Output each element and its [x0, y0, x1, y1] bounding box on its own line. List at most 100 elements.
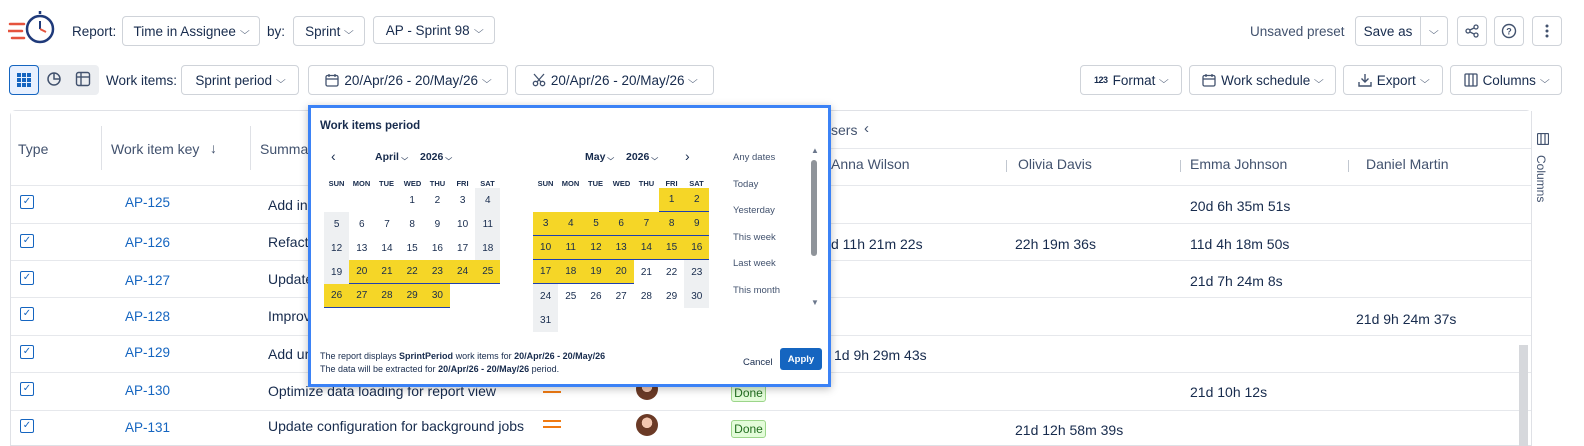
work-items-period-button[interactable]: 20/Apr/26 - 20/May/26 ⌵: [308, 65, 508, 95]
calendar-day[interactable]: 27: [349, 284, 375, 308]
calendar-day[interactable]: 6: [608, 212, 634, 236]
calendar-day[interactable]: 15: [659, 236, 685, 260]
calendar-day[interactable]: 20: [608, 260, 634, 284]
calendar-day[interactable]: 16: [684, 236, 710, 260]
quick-option-last-week[interactable]: Last week: [733, 258, 776, 269]
calendar-day[interactable]: 1: [659, 188, 685, 212]
calendar-day[interactable]: 17: [533, 260, 559, 284]
calendar-day[interactable]: 15: [400, 236, 425, 260]
work-item-key-link[interactable]: AP-130: [125, 383, 170, 398]
calendar-day[interactable]: 31: [533, 308, 559, 332]
pivot-view-button[interactable]: [75, 71, 93, 89]
column-header-anna-wilson[interactable]: Anna Wilson: [831, 156, 910, 172]
calendar-day[interactable]: 26: [583, 284, 608, 308]
save-as-dropdown-button[interactable]: ⌵: [1420, 16, 1448, 46]
calendar-day[interactable]: 4: [558, 212, 584, 236]
calendar-day[interactable]: 8: [659, 212, 685, 236]
column-header-daniel-martin[interactable]: Daniel Martin: [1366, 156, 1448, 172]
calendar-day[interactable]: 7: [374, 212, 399, 236]
scroll-down-icon[interactable]: ▼: [811, 298, 819, 307]
report-select[interactable]: Time in Assignee ⌵: [122, 16, 260, 46]
left-year-select[interactable]: 2026 ⌵: [420, 151, 452, 163]
calendar-day[interactable]: 11: [558, 236, 584, 260]
calendar-day[interactable]: 24: [450, 260, 476, 284]
calendar-day[interactable]: 21: [634, 260, 659, 284]
column-header-type[interactable]: Type: [18, 141, 48, 157]
calendar-day[interactable]: 4: [475, 188, 501, 212]
calendar-day[interactable]: 25: [475, 260, 501, 284]
calendar-day[interactable]: 29: [659, 284, 684, 308]
apply-button[interactable]: Apply: [780, 348, 822, 370]
quick-option-today[interactable]: Today: [733, 179, 758, 190]
column-header-emma-johnson[interactable]: Emma Johnson: [1190, 156, 1287, 172]
group-by-select[interactable]: Sprint ⌵: [293, 16, 365, 46]
right-year-select[interactable]: 2026 ⌵: [626, 151, 658, 163]
calendar-day[interactable]: 30: [684, 284, 710, 308]
work-item-key-link[interactable]: AP-125: [125, 195, 170, 210]
calendar-day[interactable]: 23: [684, 260, 710, 284]
calendar-day[interactable]: 2: [684, 188, 710, 212]
calendar-day[interactable]: 10: [450, 212, 475, 236]
collapse-users-icon[interactable]: ‹: [864, 120, 869, 137]
calendar-day[interactable]: 16: [425, 236, 450, 260]
quick-option-this-week[interactable]: This week: [733, 232, 776, 243]
help-button[interactable]: ?: [1494, 16, 1524, 46]
calendar-day[interactable]: 13: [349, 236, 374, 260]
columns-button[interactable]: Columns ⌵: [1450, 65, 1562, 95]
table-scrollbar-track[interactable]: [1519, 345, 1528, 446]
quick-options-scrollbar[interactable]: [811, 160, 817, 256]
quick-option-this-month[interactable]: This month: [733, 285, 780, 296]
calendar-day[interactable]: 26: [324, 284, 350, 308]
quick-option-yesterday[interactable]: Yesterday: [733, 205, 775, 216]
calendar-day[interactable]: 18: [475, 236, 501, 260]
previous-month-button[interactable]: ‹: [331, 148, 336, 164]
work-item-key-link[interactable]: AP-126: [125, 235, 170, 250]
next-month-button[interactable]: ›: [685, 148, 690, 164]
calendar-day[interactable]: 10: [533, 236, 559, 260]
calendar-day[interactable]: 25: [558, 284, 583, 308]
data-period-button[interactable]: 20/Apr/26 - 20/May/26 ⌵: [515, 65, 714, 95]
calendar-day[interactable]: 22: [399, 260, 425, 284]
work-item-key-link[interactable]: AP-128: [125, 309, 170, 324]
calendar-day[interactable]: 12: [583, 236, 609, 260]
calendar-day[interactable]: 12: [324, 236, 350, 260]
calendar-day[interactable]: 19: [324, 260, 350, 284]
calendar-day[interactable]: 1: [400, 188, 425, 212]
calendar-day[interactable]: 17: [450, 236, 475, 260]
side-columns-panel[interactable]: Columns: [1531, 111, 1553, 446]
calendar-day[interactable]: 7: [633, 212, 659, 236]
format-button[interactable]: 123 Format ⌵: [1080, 65, 1182, 95]
sprint-select[interactable]: AP - Sprint 98 ⌵: [373, 16, 495, 44]
calendar-day[interactable]: 22: [659, 260, 684, 284]
calendar-day[interactable]: 3: [450, 188, 475, 212]
share-button[interactable]: [1457, 16, 1487, 46]
calendar-day[interactable]: 6: [349, 212, 374, 236]
calendar-day[interactable]: 20: [349, 260, 375, 284]
calendar-day[interactable]: 21: [374, 260, 400, 284]
calendar-day[interactable]: 14: [374, 236, 399, 260]
column-header-summary[interactable]: Summar: [260, 141, 313, 157]
scroll-up-icon[interactable]: ▲: [811, 146, 819, 155]
work-schedule-button[interactable]: Work schedule ⌵: [1189, 65, 1336, 95]
calendar-day[interactable]: 3: [533, 212, 559, 236]
calendar-day[interactable]: 28: [374, 284, 400, 308]
column-header-olivia-davis[interactable]: Olivia Davis: [1018, 156, 1092, 172]
calendar-day[interactable]: 23: [424, 260, 450, 284]
pie-chart-view-button[interactable]: [46, 71, 64, 89]
calendar-day[interactable]: 8: [400, 212, 425, 236]
calendar-day[interactable]: 24: [533, 284, 559, 308]
calendar-day[interactable]: 11: [475, 212, 501, 236]
calendar-day[interactable]: 27: [609, 284, 634, 308]
quick-option-any-dates[interactable]: Any dates: [733, 152, 775, 163]
calendar-day[interactable]: 9: [684, 212, 710, 236]
calendar-day[interactable]: 18: [558, 260, 584, 284]
calendar-day[interactable]: 5: [324, 212, 350, 236]
calendar-day[interactable]: 28: [634, 284, 659, 308]
cancel-button[interactable]: Cancel: [743, 357, 773, 368]
calendar-day[interactable]: 5: [583, 212, 609, 236]
export-button[interactable]: Export ⌵: [1343, 65, 1443, 95]
calendar-day[interactable]: 30: [424, 284, 450, 308]
calendar-day[interactable]: 2: [425, 188, 450, 212]
work-item-key-link[interactable]: AP-127: [125, 273, 170, 288]
sort-down-icon[interactable]: ↓: [210, 140, 217, 156]
